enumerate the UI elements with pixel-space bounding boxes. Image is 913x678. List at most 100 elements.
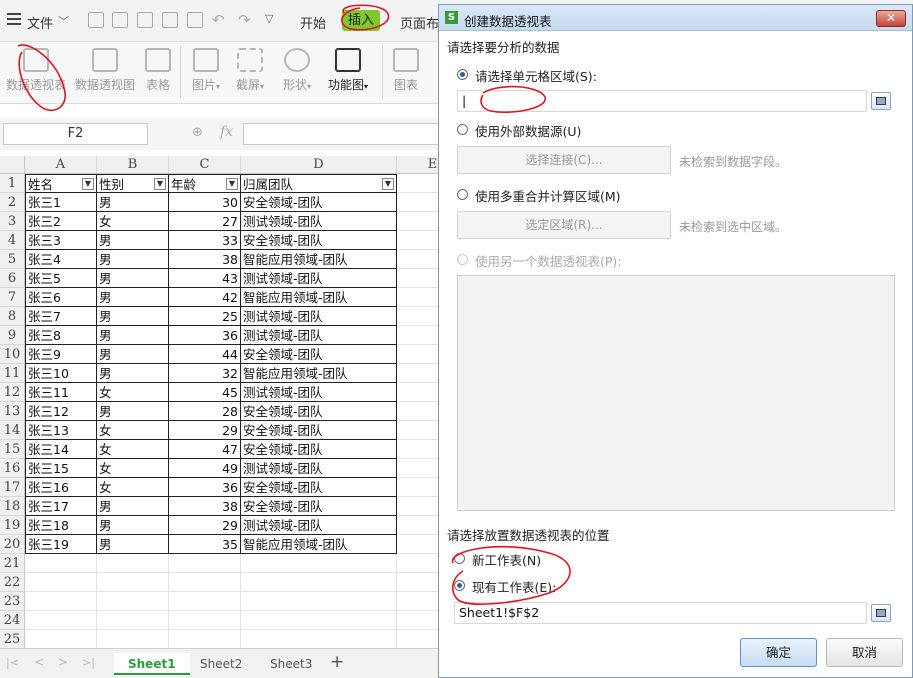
row-header[interactable]: 21 <box>0 554 25 573</box>
column-header[interactable]: C <box>169 156 241 174</box>
empty-cell[interactable] <box>25 573 97 592</box>
empty-cell[interactable] <box>25 630 97 649</box>
header-cell[interactable]: 性别 ▼ <box>97 174 169 193</box>
table-cell[interactable]: 30 <box>169 193 241 212</box>
column-header[interactable]: B <box>97 156 169 174</box>
name-box[interactable]: F2 <box>3 123 148 145</box>
table-cell[interactable]: 男 <box>97 288 169 307</box>
table-cell[interactable]: 安全领域-团队 <box>241 497 397 516</box>
table-cell[interactable]: 测试领域-团队 <box>241 516 397 535</box>
table-cell[interactable]: 45 <box>169 383 241 402</box>
table-cell[interactable]: 安全领域-团队 <box>241 421 397 440</box>
table-cell[interactable]: 张三15 <box>25 459 97 478</box>
table-cell[interactable]: 张三7 <box>25 307 97 326</box>
empty-cell[interactable] <box>241 554 397 573</box>
filter-dropdown-icon[interactable]: ▼ <box>382 178 394 190</box>
empty-cell[interactable] <box>25 554 97 573</box>
row-header[interactable]: 11 <box>0 364 25 383</box>
empty-cell[interactable] <box>241 573 397 592</box>
table-cell[interactable]: 女 <box>97 383 169 402</box>
row-header[interactable]: 22 <box>0 573 25 592</box>
table-cell[interactable]: 男 <box>97 497 169 516</box>
row-header[interactable]: 13 <box>0 402 25 421</box>
empty-cell[interactable] <box>169 554 241 573</box>
row-header[interactable]: 23 <box>0 592 25 611</box>
table-cell[interactable]: 张三1 <box>25 193 97 212</box>
tab-sheet3[interactable]: Sheet3 <box>256 653 326 675</box>
row-header[interactable]: 25 <box>0 630 25 649</box>
column-header[interactable]: D <box>241 156 397 174</box>
table-cell[interactable]: 女 <box>97 212 169 231</box>
table-cell[interactable]: 35 <box>169 535 241 554</box>
table-cell[interactable]: 张三14 <box>25 440 97 459</box>
table-cell[interactable]: 安全领域-团队 <box>241 231 397 250</box>
table-cell[interactable]: 女 <box>97 478 169 497</box>
table-cell[interactable]: 女 <box>97 459 169 478</box>
filter-dropdown-icon[interactable]: ▼ <box>82 178 94 190</box>
row-header[interactable]: 20 <box>0 535 25 554</box>
last-sheet-icon[interactable]: >| <box>82 656 95 669</box>
table-cell[interactable]: 女 <box>97 421 169 440</box>
table-cell[interactable]: 36 <box>169 478 241 497</box>
empty-cell[interactable] <box>241 611 397 630</box>
fx-icon[interactable]: fx <box>220 124 233 140</box>
empty-cell[interactable] <box>169 630 241 649</box>
next-sheet-icon[interactable]: > <box>58 655 68 669</box>
empty-cell[interactable] <box>25 611 97 630</box>
table-cell[interactable]: 38 <box>169 250 241 269</box>
header-cell[interactable]: 姓名 ▼ <box>25 174 97 193</box>
table-cell[interactable]: 男 <box>97 516 169 535</box>
empty-cell[interactable] <box>97 592 169 611</box>
table-cell[interactable]: 47 <box>169 440 241 459</box>
table-cell[interactable]: 张三5 <box>25 269 97 288</box>
table-cell[interactable]: 张三9 <box>25 345 97 364</box>
row-header[interactable]: 15 <box>0 440 25 459</box>
table-cell[interactable]: 张三18 <box>25 516 97 535</box>
table-cell[interactable]: 张三16 <box>25 478 97 497</box>
table-cell[interactable]: 测试领域-团队 <box>241 269 397 288</box>
tab-sheet2[interactable]: Sheet2 <box>186 653 256 675</box>
table-cell[interactable]: 32 <box>169 364 241 383</box>
table-cell[interactable]: 张三3 <box>25 231 97 250</box>
table-cell[interactable]: 安全领域-团队 <box>241 345 397 364</box>
table-cell[interactable]: 智能应用领域-团队 <box>241 364 397 383</box>
row-header[interactable]: 5 <box>0 250 25 269</box>
table-cell[interactable]: 张三10 <box>25 364 97 383</box>
table-cell[interactable]: 男 <box>97 326 169 345</box>
table-cell[interactable]: 男 <box>97 307 169 326</box>
table-cell[interactable]: 25 <box>169 307 241 326</box>
row-header[interactable]: 17 <box>0 478 25 497</box>
row-header[interactable]: 16 <box>0 459 25 478</box>
table-cell[interactable]: 男 <box>97 364 169 383</box>
table-cell[interactable]: 49 <box>169 459 241 478</box>
table-cell[interactable]: 男 <box>97 402 169 421</box>
table-cell[interactable]: 测试领域-团队 <box>241 212 397 231</box>
header-cell[interactable]: 年龄 ▼ <box>169 174 241 193</box>
empty-cell[interactable] <box>241 592 397 611</box>
table-cell[interactable]: 张三13 <box>25 421 97 440</box>
row-header[interactable]: 14 <box>0 421 25 440</box>
column-header[interactable]: A <box>25 156 97 174</box>
empty-cell[interactable] <box>169 573 241 592</box>
table-cell[interactable]: 男 <box>97 269 169 288</box>
table-cell[interactable]: 38 <box>169 497 241 516</box>
row-header[interactable]: 18 <box>0 497 25 516</box>
row-header[interactable]: 4 <box>0 231 25 250</box>
first-sheet-icon[interactable]: |< <box>6 656 19 669</box>
table-cell[interactable]: 男 <box>97 250 169 269</box>
table-cell[interactable]: 男 <box>97 231 169 250</box>
table-cell[interactable]: 张三19 <box>25 535 97 554</box>
table-cell[interactable]: 张三8 <box>25 326 97 345</box>
table-cell[interactable]: 测试领域-团队 <box>241 307 397 326</box>
table-cell[interactable]: 智能应用领域-团队 <box>241 535 397 554</box>
filter-dropdown-icon[interactable]: ▼ <box>154 178 166 190</box>
zoom-icon[interactable]: ⊕ <box>192 125 203 140</box>
select-all-corner[interactable] <box>0 156 25 174</box>
empty-cell[interactable] <box>97 573 169 592</box>
table-cell[interactable]: 安全领域-团队 <box>241 440 397 459</box>
table-cell[interactable]: 测试领域-团队 <box>241 383 397 402</box>
row-header[interactable]: 8 <box>0 307 25 326</box>
formula-input[interactable] <box>243 123 440 145</box>
empty-cell[interactable] <box>241 630 397 649</box>
table-cell[interactable]: 张三6 <box>25 288 97 307</box>
